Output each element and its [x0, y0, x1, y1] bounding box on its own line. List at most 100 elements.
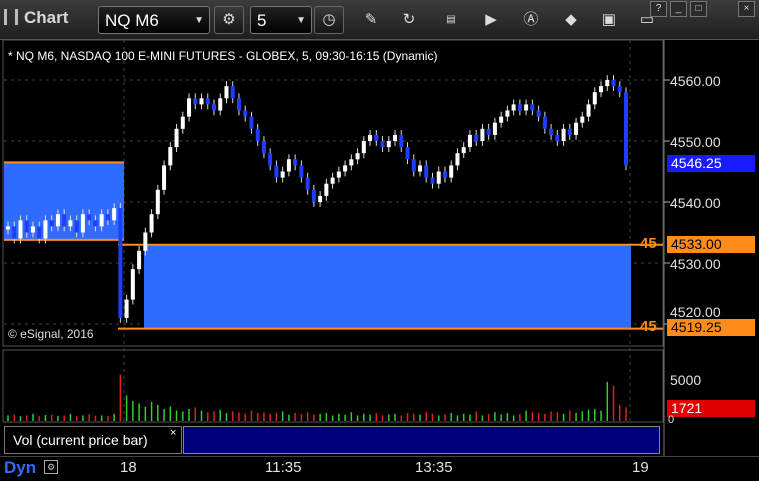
candle-body	[374, 134, 379, 141]
candle-body	[480, 128, 485, 141]
close-icon[interactable]: ×	[170, 427, 176, 439]
chart-header: * NQ M6, NASDAQ 100 E-MINI FUTURES - GLO…	[8, 49, 438, 63]
candle-body	[243, 110, 248, 117]
candle-body	[599, 86, 604, 93]
maximize-button[interactable]: □	[690, 1, 707, 17]
clock-icon[interactable]: ◷	[314, 6, 344, 34]
candle-body	[399, 134, 404, 148]
candle-body	[199, 98, 204, 105]
minimize-button[interactable]: _	[670, 1, 687, 17]
candle-body	[343, 165, 348, 172]
volume-panel-bar	[183, 426, 660, 454]
volume-zero-tick: 0	[668, 414, 675, 426]
candle-body	[230, 86, 235, 99]
candle-body	[137, 250, 142, 270]
candle-body	[286, 159, 291, 172]
candle-body	[418, 165, 422, 172]
candle-body	[530, 104, 535, 111]
x-tick: 13:35	[415, 459, 453, 476]
candle-body	[255, 128, 260, 141]
volume-panel-label[interactable]: Vol (current price bar)	[4, 426, 182, 454]
candle-body	[611, 80, 616, 87]
drag-grip-icon[interactable]	[4, 9, 18, 25]
level-high-tag: 45	[640, 235, 657, 252]
candle-body	[461, 147, 466, 154]
candle-body	[411, 159, 416, 172]
get-data-icon[interactable]: ▤	[440, 9, 462, 31]
candle-body	[112, 208, 117, 221]
candle-body	[555, 134, 560, 141]
candle-body	[505, 110, 510, 117]
layout-icon[interactable]: ▣	[598, 9, 620, 31]
price-tick: 4560.00	[670, 73, 721, 89]
candle-body	[130, 269, 135, 300]
price-tick: 4540.00	[670, 195, 721, 211]
level-low-tag: 45	[640, 318, 657, 335]
candle-body	[218, 98, 223, 111]
candle-body	[224, 86, 229, 99]
candle-body	[542, 116, 547, 129]
symbol-value: NQ M6	[105, 11, 159, 30]
candle-body	[249, 116, 254, 129]
candle-body	[12, 226, 17, 239]
settings-gear-icon[interactable]: ⚙	[214, 6, 244, 34]
candle-body	[605, 80, 610, 87]
price-tick: 4520.00	[670, 304, 721, 320]
pencil-draw-icon[interactable]: ✎	[360, 9, 382, 31]
candle-body	[567, 128, 572, 135]
candle-body	[143, 232, 148, 251]
candle-body	[486, 128, 491, 135]
window-title-label: Chart	[24, 8, 69, 27]
help-button[interactable]: ?	[650, 1, 667, 17]
candle-body	[380, 141, 385, 148]
candle-body	[549, 128, 554, 135]
candle-body	[293, 159, 298, 166]
candle-body	[349, 159, 354, 166]
candle-body	[149, 214, 154, 233]
window-title[interactable]: Chart	[4, 8, 68, 28]
candle-body	[261, 141, 266, 154]
dynamic-status[interactable]: Dyn	[4, 458, 36, 478]
candle-body	[311, 189, 316, 202]
candle-body	[155, 189, 160, 215]
refresh-icon[interactable]: ↻	[398, 9, 420, 31]
alert-icon[interactable]: Ⓐ	[520, 9, 542, 31]
chart-area[interactable]	[0, 40, 759, 481]
price-tick: 4530.00	[670, 256, 721, 272]
candle-body	[174, 128, 179, 148]
candle-body	[305, 177, 310, 190]
symbol-selector[interactable]: NQ M6 ▼	[98, 6, 210, 34]
candle-body	[536, 110, 541, 117]
volume-last-box: 1721	[667, 400, 755, 417]
candle-body	[162, 165, 167, 190]
copyright-text: © eSignal, 2016	[8, 327, 94, 341]
candle-body	[168, 147, 173, 166]
candle-body	[187, 98, 192, 117]
settings-icon[interactable]: ⚙	[44, 460, 58, 474]
play-icon[interactable]: ▶	[480, 9, 502, 31]
price-chart-svg[interactable]	[0, 40, 759, 481]
candle-body	[18, 220, 23, 239]
candle-body	[318, 195, 323, 202]
close-button[interactable]: ×	[738, 1, 755, 17]
interval-selector[interactable]: 5 ▼	[250, 6, 312, 34]
candle-body	[517, 104, 522, 111]
candle-body	[492, 122, 497, 135]
candle-body	[430, 177, 435, 184]
candle-body	[586, 104, 591, 117]
candle-body	[93, 220, 98, 227]
candle-body	[124, 299, 129, 318]
tag-icon[interactable]: ◆	[560, 9, 582, 31]
candle-body	[580, 116, 585, 123]
candle-body	[212, 104, 216, 111]
candle-body	[467, 134, 472, 148]
candle-body	[180, 116, 185, 129]
candle-body	[274, 165, 279, 178]
candle-body	[449, 165, 454, 178]
candle-body	[74, 220, 79, 233]
candle-body	[499, 116, 504, 123]
candle-body	[524, 104, 529, 111]
candle-body	[624, 92, 628, 166]
candle-body	[455, 153, 460, 166]
candle-body	[436, 171, 441, 184]
